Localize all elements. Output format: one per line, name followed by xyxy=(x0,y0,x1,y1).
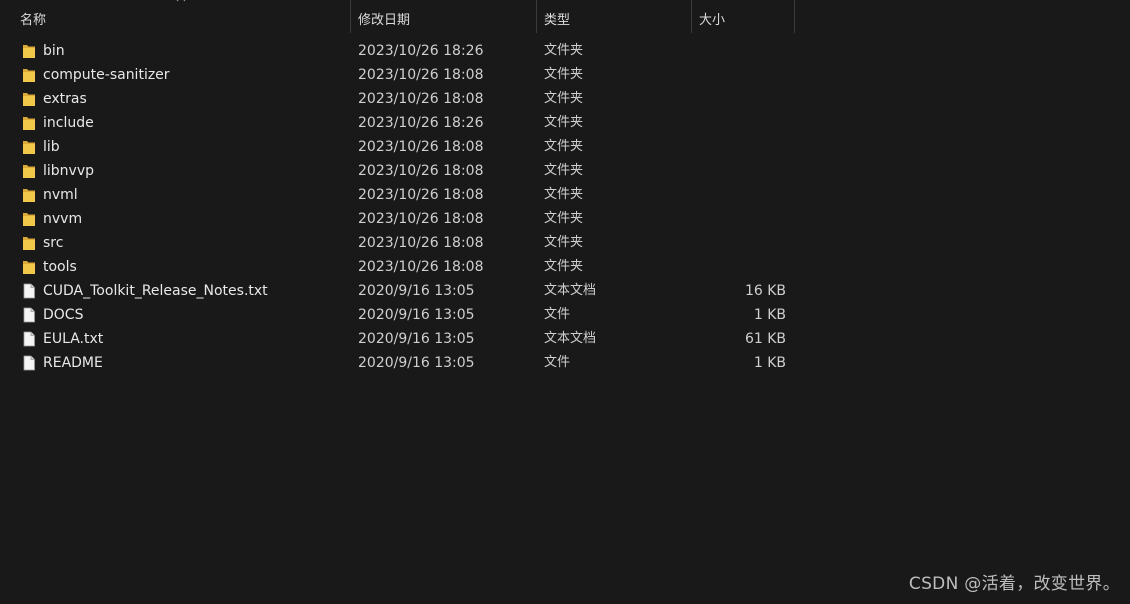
file-row[interactable]: EULA.txt 2020/9/16 13:05 文本文档 61 KB xyxy=(0,327,795,351)
file-row[interactable]: include 2023/10/26 18:26 文件夹 xyxy=(0,111,795,135)
column-header-size[interactable]: 大小 xyxy=(692,0,795,33)
folder-icon xyxy=(22,91,36,107)
file-size: 16 KB xyxy=(744,283,786,299)
file-name: lib xyxy=(43,139,60,155)
column-header-name-label: 名称 xyxy=(20,13,47,28)
file-name: nvml xyxy=(43,187,78,203)
file-name: DOCS xyxy=(43,307,84,323)
file-type: 文件夹 xyxy=(544,139,584,154)
file-row[interactable]: nvml 2023/10/26 18:08 文件夹 xyxy=(0,183,795,207)
file-name: compute-sanitizer xyxy=(43,67,170,83)
folder-icon xyxy=(22,67,36,83)
file-name: EULA.txt xyxy=(43,331,104,347)
folder-icon xyxy=(22,187,36,203)
file-size: 1 KB xyxy=(753,307,786,323)
column-header-name[interactable]: 名称 xyxy=(0,0,351,33)
column-header-type-label: 类型 xyxy=(544,13,571,28)
folder-icon xyxy=(22,139,36,155)
file-icon xyxy=(22,307,36,323)
file-row[interactable]: bin 2023/10/26 18:26 文件夹 xyxy=(0,39,795,63)
file-icon xyxy=(22,331,36,347)
folder-icon xyxy=(22,115,36,131)
file-name: include xyxy=(43,115,94,131)
file-row[interactable]: extras 2023/10/26 18:08 文件夹 xyxy=(0,87,795,111)
file-modified-date: 2023/10/26 18:08 xyxy=(358,139,484,155)
folder-icon xyxy=(22,259,36,275)
folder-icon xyxy=(22,163,36,179)
file-row[interactable]: compute-sanitizer 2023/10/26 18:08 文件夹 xyxy=(0,63,795,87)
column-header-bar: 名称 修改日期 类型 大小 xyxy=(0,0,795,33)
file-modified-date: 2020/9/16 13:05 xyxy=(358,307,475,323)
file-name: libnvvp xyxy=(43,163,94,179)
file-icon xyxy=(22,283,36,299)
file-name: extras xyxy=(43,91,87,107)
file-row[interactable]: README 2020/9/16 13:05 文件 1 KB xyxy=(0,351,795,375)
file-type: 文本文档 xyxy=(544,283,597,298)
file-icon xyxy=(22,355,36,371)
file-type: 文件 xyxy=(544,355,571,370)
folder-icon xyxy=(22,43,36,59)
file-size: 1 KB xyxy=(753,355,786,371)
file-modified-date: 2020/9/16 13:05 xyxy=(358,283,475,299)
file-modified-date: 2023/10/26 18:08 xyxy=(358,235,484,251)
file-list: bin 2023/10/26 18:26 文件夹 compute-sanitizer 2… xyxy=(0,39,795,375)
file-modified-date: 2020/9/16 13:05 xyxy=(358,355,475,371)
file-type: 文件夹 xyxy=(544,67,584,82)
file-type: 文件夹 xyxy=(544,163,584,178)
column-header-date[interactable]: 修改日期 xyxy=(351,0,537,33)
file-modified-date: 2023/10/26 18:26 xyxy=(358,43,484,59)
file-type: 文件 xyxy=(544,307,571,322)
file-row[interactable]: lib 2023/10/26 18:08 文件夹 xyxy=(0,135,795,159)
file-type: 文件夹 xyxy=(544,115,584,130)
column-header-type[interactable]: 类型 xyxy=(537,0,692,33)
file-modified-date: 2020/9/16 13:05 xyxy=(358,331,475,347)
file-row[interactable]: tools 2023/10/26 18:08 文件夹 xyxy=(0,255,795,279)
file-modified-date: 2023/10/26 18:08 xyxy=(358,91,484,107)
column-header-size-label: 大小 xyxy=(699,13,726,28)
file-explorer-view: 名称 修改日期 类型 大小 bin 2023/10/26 18:26 文件夹 comp… xyxy=(0,0,1130,604)
file-name: nvvm xyxy=(43,211,83,227)
file-row[interactable]: nvvm 2023/10/26 18:08 文件夹 xyxy=(0,207,795,231)
chevron-up-icon xyxy=(176,0,186,4)
file-modified-date: 2023/10/26 18:08 xyxy=(358,187,484,203)
file-name: tools xyxy=(43,259,77,275)
file-row[interactable]: src 2023/10/26 18:08 文件夹 xyxy=(0,231,795,255)
file-type: 文件夹 xyxy=(544,43,584,58)
file-type: 文件夹 xyxy=(544,187,584,202)
file-row[interactable]: DOCS 2020/9/16 13:05 文件 1 KB xyxy=(0,303,795,327)
file-row[interactable]: CUDA_Toolkit_Release_Notes.txt 2020/9/16 … xyxy=(0,279,795,303)
folder-icon xyxy=(22,211,36,227)
file-type: 文本文档 xyxy=(544,331,597,346)
file-type: 文件夹 xyxy=(544,211,584,226)
file-type: 文件夹 xyxy=(544,259,584,274)
watermark-text: CSDN @活着，改变世界。 xyxy=(908,574,1120,594)
file-name: src xyxy=(43,235,64,251)
file-name: bin xyxy=(43,43,65,59)
file-modified-date: 2023/10/26 18:08 xyxy=(358,67,484,83)
file-modified-date: 2023/10/26 18:08 xyxy=(358,259,484,275)
file-modified-date: 2023/10/26 18:08 xyxy=(358,211,484,227)
column-header-date-label: 修改日期 xyxy=(358,13,411,28)
file-name: CUDA_Toolkit_Release_Notes.txt xyxy=(43,283,268,299)
file-modified-date: 2023/10/26 18:26 xyxy=(358,115,484,131)
file-modified-date: 2023/10/26 18:08 xyxy=(358,163,484,179)
file-type: 文件夹 xyxy=(544,235,584,250)
file-size: 61 KB xyxy=(744,331,786,347)
folder-icon xyxy=(22,235,36,251)
file-row[interactable]: libnvvp 2023/10/26 18:08 文件夹 xyxy=(0,159,795,183)
file-type: 文件夹 xyxy=(544,91,584,106)
file-name: README xyxy=(43,355,103,371)
